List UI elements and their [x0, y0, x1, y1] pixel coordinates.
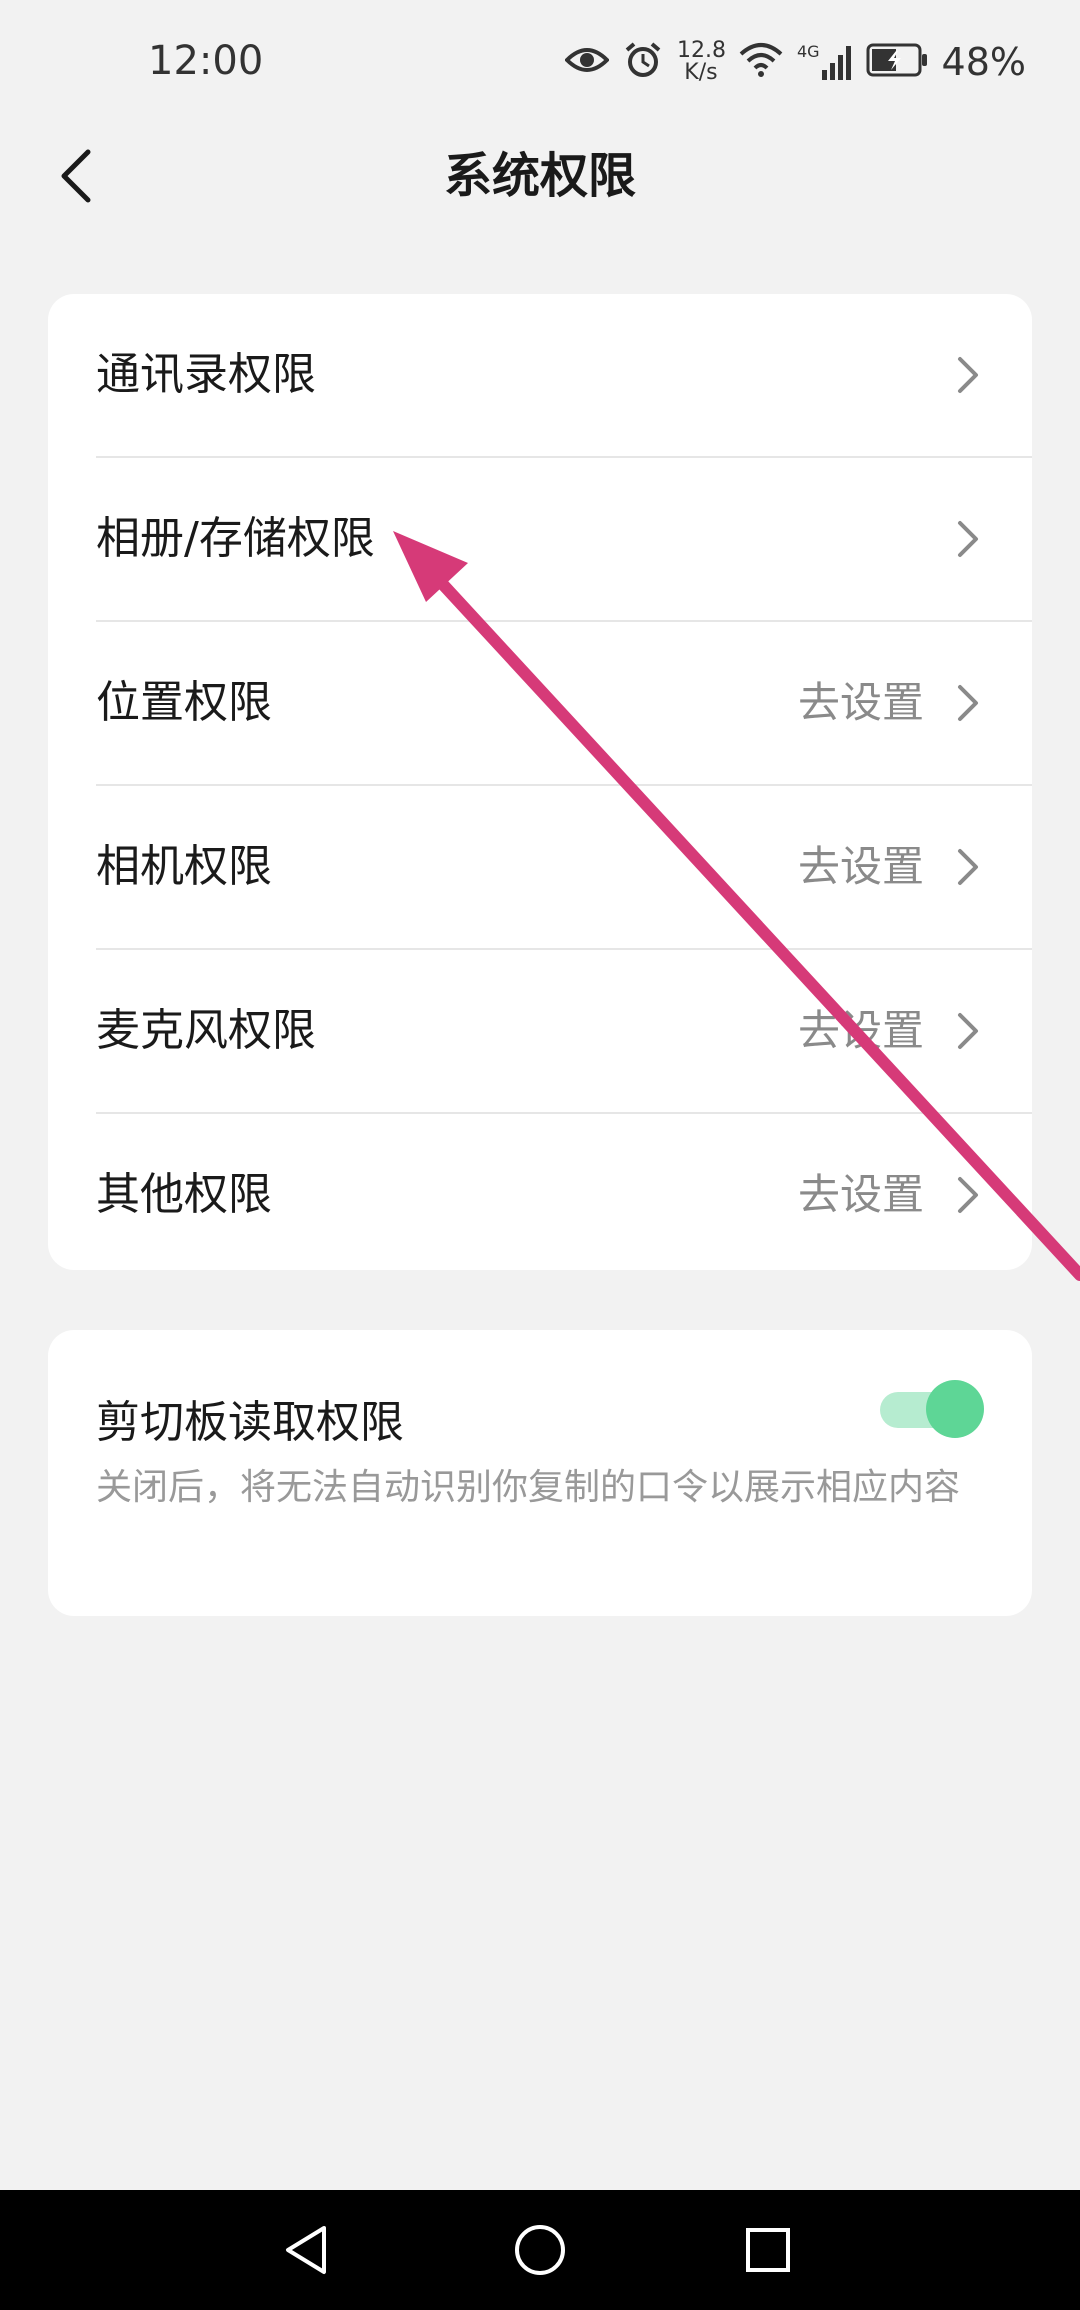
- status-bar: 12:00 12.8 K/s 4G 48%: [0, 0, 1080, 128]
- permission-label: 相册/存储权限: [96, 513, 375, 564]
- system-back-button[interactable]: [268, 2210, 348, 2290]
- status-time: 12:00: [148, 38, 264, 84]
- permission-row-microphone[interactable]: 麦克风权限 去设置: [96, 950, 1032, 1114]
- signal-icon: 4G: [797, 44, 852, 80]
- alarm-icon: [623, 40, 663, 84]
- chevron-left-icon: [61, 149, 91, 203]
- permission-label: 其他权限: [96, 1169, 272, 1220]
- system-nav-bar: [0, 2190, 1080, 2310]
- page-title: 系统权限: [443, 148, 636, 204]
- eye-icon: [564, 44, 610, 80]
- permission-row-other[interactable]: 其他权限 去设置: [96, 1114, 1032, 1270]
- permission-row-camera[interactable]: 相机权限 去设置: [96, 786, 1032, 950]
- back-button[interactable]: [40, 138, 112, 214]
- system-recents-button[interactable]: [728, 2210, 808, 2290]
- nav-header: 系统权限: [0, 128, 1080, 224]
- permission-label: 通讯录权限: [96, 349, 316, 400]
- battery-percent: 48%: [941, 40, 1026, 84]
- permissions-card: 通讯录权限 相册/存储权限 位置权限 去设置 相机权限 去设置 麦克风权限 去设…: [48, 294, 1032, 1270]
- battery-icon: [866, 43, 928, 81]
- permission-row-contacts[interactable]: 通讯录权限: [96, 294, 1032, 458]
- recents-square-icon: [746, 2228, 790, 2272]
- permission-status: 去设置: [797, 842, 924, 891]
- net-speed: 12.8 K/s: [676, 38, 726, 85]
- network-type: 4G: [796, 42, 820, 61]
- status-icons: 12.8 K/s 4G 48%: [564, 34, 1026, 90]
- clipboard-toggle[interactable]: [874, 1378, 984, 1438]
- permission-label: 位置权限: [96, 677, 272, 728]
- chevron-right-icon: [958, 1013, 978, 1049]
- toggle-knob: [926, 1380, 984, 1438]
- permission-row-location[interactable]: 位置权限 去设置: [96, 622, 1032, 786]
- clipboard-description: 关闭后，将无法自动识别你复制的口令以展示相应内容: [96, 1467, 961, 1508]
- chevron-right-icon: [958, 685, 978, 721]
- permission-status: 去设置: [797, 1006, 924, 1055]
- net-speed-unit: K/s: [684, 60, 718, 85]
- wifi-icon: [739, 42, 783, 82]
- chevron-right-icon: [958, 1177, 978, 1213]
- permission-status: 去设置: [797, 678, 924, 727]
- permission-label: 相机权限: [96, 841, 272, 892]
- permission-status: 去设置: [797, 1170, 924, 1219]
- clipboard-title: 剪切板读取权限: [96, 1397, 404, 1448]
- chevron-right-icon: [958, 521, 978, 557]
- back-triangle-icon: [286, 2226, 326, 2274]
- system-home-button[interactable]: [500, 2210, 580, 2290]
- permission-row-album-storage[interactable]: 相册/存储权限: [96, 458, 1032, 622]
- home-circle-icon: [515, 2225, 565, 2275]
- permission-label: 麦克风权限: [96, 1005, 316, 1056]
- chevron-right-icon: [958, 849, 978, 885]
- chevron-right-icon: [958, 357, 978, 393]
- net-speed-value: 12.8: [676, 38, 726, 63]
- clipboard-card: 剪切板读取权限 关闭后，将无法自动识别你复制的口令以展示相应内容: [48, 1330, 1032, 1616]
